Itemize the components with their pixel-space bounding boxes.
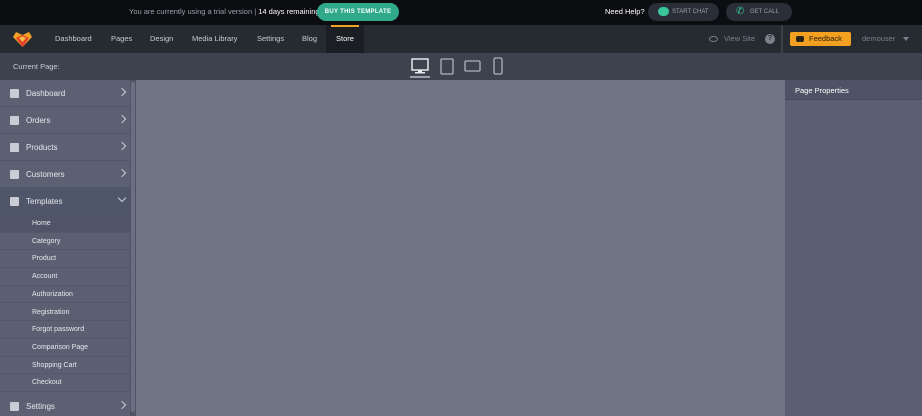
- nav-media-library[interactable]: Media Library: [192, 25, 237, 53]
- get-call-label: GET CALL: [750, 9, 779, 15]
- main-navbar: Dashboard Pages Design Media Library Set…: [0, 25, 922, 53]
- sidebar-item-customers[interactable]: Customers: [0, 161, 130, 188]
- current-page-label: Current Page:: [13, 62, 60, 71]
- template-page-registration[interactable]: Registration: [0, 303, 130, 322]
- sidebar-item-templates[interactable]: Templates: [0, 188, 130, 215]
- nav-store[interactable]: Store: [326, 25, 364, 53]
- sidebar-item-label: Dashboard: [26, 89, 66, 98]
- sidebar-item-orders[interactable]: Orders: [0, 107, 130, 134]
- chevron-down-icon: [903, 37, 909, 41]
- template-page-product[interactable]: Product: [0, 250, 130, 269]
- help-icon[interactable]: ?: [765, 34, 775, 44]
- template-page-checkout[interactable]: Checkout: [0, 374, 130, 392]
- page-properties-title: Page Properties: [795, 86, 849, 95]
- orders-icon: [10, 116, 19, 125]
- sidebar-item-settings[interactable]: Settings: [0, 393, 130, 416]
- chevron-right-icon: [117, 168, 127, 178]
- template-page-label: Registration: [32, 308, 70, 316]
- trial-days-remaining: 14 days remaining:: [258, 7, 322, 16]
- phone-icon: ✆: [736, 6, 745, 17]
- trial-bar: You are currently using a trial version …: [0, 0, 922, 25]
- nav-settings[interactable]: Settings: [257, 25, 284, 53]
- template-page-category[interactable]: Category: [0, 232, 130, 251]
- dashboard-icon: [10, 89, 19, 98]
- chevron-right-icon: [117, 87, 127, 97]
- need-help-label: Need Help?: [605, 7, 645, 16]
- nav-divider: [781, 25, 783, 53]
- sidebar-item-label: Customers: [26, 170, 65, 179]
- mobile-view-button[interactable]: [486, 53, 510, 80]
- start-chat-label: START CHAT: [672, 9, 709, 15]
- nav-design[interactable]: Design: [150, 25, 173, 53]
- template-page-label: Product: [32, 255, 57, 263]
- scrollbar-thumb[interactable]: [131, 82, 135, 412]
- get-call-button[interactable]: ✆ GET CALL: [726, 3, 792, 21]
- template-page-account[interactable]: Account: [0, 268, 130, 286]
- template-page-comparison[interactable]: Comparison Page: [0, 338, 130, 357]
- template-page-label: Account: [32, 273, 58, 281]
- feedback-icon: [796, 36, 804, 42]
- template-page-forgot-password[interactable]: Forgot password: [0, 321, 130, 339]
- eye-icon: [709, 36, 718, 42]
- template-page-label: Checkout: [32, 379, 62, 387]
- sidebar-item-label: Orders: [26, 116, 51, 125]
- nav-pages[interactable]: Pages: [111, 25, 132, 53]
- trial-message: You are currently using a trial version …: [129, 7, 322, 16]
- desktop-view-button[interactable]: [408, 53, 432, 80]
- sidebar-item-label: Templates: [26, 197, 63, 206]
- page-canvas[interactable]: [136, 80, 785, 416]
- nav-dashboard[interactable]: Dashboard: [55, 25, 92, 53]
- desktop-icon: [411, 58, 429, 74]
- page-properties-header: Page Properties: [785, 80, 922, 100]
- trial-message-text: You are currently using a trial version …: [129, 7, 259, 16]
- view-site-link[interactable]: View Site: [709, 25, 755, 53]
- chevron-right-icon: [117, 400, 127, 410]
- template-page-label: Home: [32, 220, 51, 227]
- sidebar-item-label: Settings: [26, 402, 55, 411]
- buy-template-button[interactable]: BUY THIS TEMPLATE: [317, 3, 399, 21]
- page-toolbar: Current Page:: [0, 53, 922, 80]
- chevron-right-icon: [117, 141, 127, 151]
- template-page-label: Comparison Page: [32, 343, 89, 351]
- tablet-icon: [440, 58, 454, 75]
- start-chat-button[interactable]: START CHAT: [648, 3, 719, 21]
- tablet-landscape-view-button[interactable]: [461, 53, 485, 80]
- gear-icon: [10, 402, 19, 411]
- template-page-authorization[interactable]: Authorization: [0, 285, 130, 304]
- page-properties-panel: Page Properties: [785, 80, 922, 416]
- chevron-down-icon: [117, 193, 127, 203]
- username: demouser: [862, 34, 896, 43]
- feedback-button[interactable]: Feedback: [790, 32, 851, 46]
- template-page-label: Category: [32, 237, 61, 245]
- template-page-label: Shopping Cart: [32, 361, 77, 369]
- template-page-home[interactable]: Home: [0, 215, 130, 233]
- view-site-label: View Site: [724, 34, 756, 43]
- nav-blog[interactable]: Blog: [302, 25, 317, 53]
- template-page-label: Forgot password: [32, 326, 85, 334]
- user-menu[interactable]: demouser: [862, 25, 909, 53]
- template-page-label: Authorization: [32, 290, 73, 298]
- sidebar-item-products[interactable]: Products: [0, 134, 130, 161]
- users-icon: [10, 170, 19, 179]
- feedback-label: Feedback: [809, 34, 842, 43]
- chevron-right-icon: [117, 114, 127, 124]
- sidebar-item-label: Products: [26, 143, 58, 152]
- sidebar-item-dashboard[interactable]: Dashboard: [0, 80, 130, 107]
- tablet-landscape-icon: [464, 60, 481, 72]
- sidebar: Dashboard Orders Products Customers Temp…: [0, 80, 136, 416]
- template-page-shopping-cart[interactable]: Shopping Cart: [0, 356, 130, 375]
- tablet-view-button[interactable]: [435, 53, 459, 80]
- mobile-icon: [493, 57, 503, 75]
- chat-icon: [658, 7, 669, 16]
- brand-logo[interactable]: [13, 31, 32, 47]
- cart-icon: [10, 143, 19, 152]
- templates-icon: [10, 197, 19, 206]
